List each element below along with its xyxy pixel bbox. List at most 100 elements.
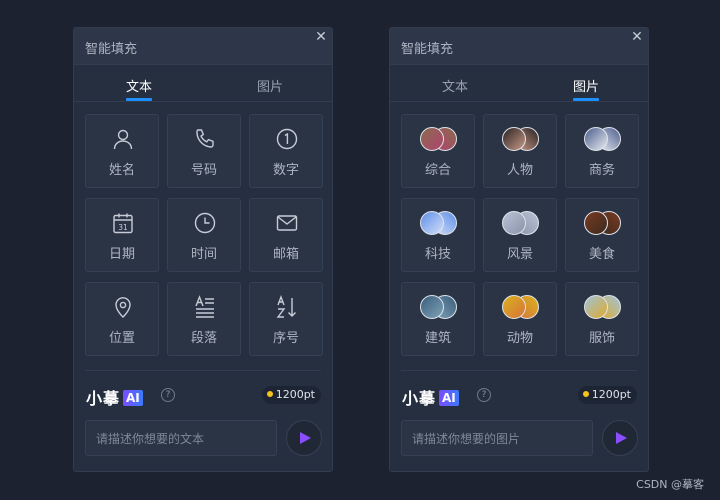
option-label: 号码: [190, 163, 217, 178]
tab-text[interactable]: 文本: [109, 76, 169, 101]
fill-option-phone[interactable]: 号码: [167, 114, 241, 188]
points-badge: 1200pt: [261, 386, 321, 404]
image-category-7[interactable]: 动物: [483, 282, 557, 356]
image-category-1[interactable]: 人物: [483, 114, 557, 188]
option-label: 数字: [272, 163, 299, 178]
option-label: 邮箱: [272, 247, 299, 262]
image-category-4[interactable]: 风景: [483, 198, 557, 272]
help-icon[interactable]: ?: [477, 388, 491, 402]
tab-text-label: 文本: [441, 80, 468, 95]
thumbnail-preview-icon: [584, 295, 622, 321]
panel-titlebar: 智能填充 ✕: [74, 28, 332, 65]
divider: [85, 370, 321, 371]
prompt-placeholder: 请描述你想要的文本: [96, 432, 205, 446]
points-badge: 1200pt: [577, 386, 637, 404]
points-value: 1200pt: [591, 388, 631, 401]
thumbnail-preview-icon: [502, 295, 540, 321]
thumbnail-image: [502, 127, 526, 151]
image-category-5[interactable]: 美食: [565, 198, 639, 272]
brand-name: 小摹: [402, 389, 437, 408]
paragraph-icon: [195, 295, 214, 318]
thumbnail-image: [420, 211, 444, 235]
close-icon[interactable]: ✕: [314, 29, 328, 45]
active-tab-indicator: [573, 98, 599, 101]
fill-option-date[interactable]: 31 日期: [85, 198, 159, 272]
brand-name: 小摹: [86, 389, 121, 408]
tab-bar: 文本 图片: [74, 65, 332, 102]
tab-bar: 文本 图片: [390, 65, 648, 102]
help-icon[interactable]: ?: [161, 388, 175, 402]
fill-option-time[interactable]: 时间: [167, 198, 241, 272]
panel-titlebar: 智能填充 ✕: [390, 28, 648, 65]
image-category-3[interactable]: 科技: [401, 198, 475, 272]
smart-fill-panel-image: 智能填充 ✕ 文本 图片 综合 人物 商务科技 风景 美食建筑 动物 服饰 小摹 AI ? 1…: [389, 27, 649, 472]
thumbnail-image: [502, 211, 526, 235]
smart-fill-panel-text: 智能填充 ✕ 文本 图片 姓名 号码 数字 31 日期 时间 邮箱 位置 段落 …: [73, 27, 333, 472]
prompt-placeholder: 请描述你想要的图片: [412, 432, 521, 446]
brand-logo: 小摹 AI: [86, 385, 143, 408]
thumbnail-image: [584, 211, 608, 235]
option-label: 综合: [424, 163, 451, 178]
tab-image-label: 图片: [256, 80, 283, 95]
fill-option-sequence[interactable]: 序号: [249, 282, 323, 356]
option-label: 科技: [424, 247, 451, 262]
fill-option-paragraph[interactable]: 段落: [167, 282, 241, 356]
tab-text[interactable]: 文本: [425, 76, 485, 95]
thumbnail-image: [420, 295, 444, 319]
thumbnail-image: [502, 295, 526, 319]
thumbnail-image: [584, 127, 608, 151]
calendar-icon: 31: [113, 213, 133, 234]
option-label: 序号: [272, 331, 299, 346]
option-label: 段落: [190, 331, 217, 346]
image-category-8[interactable]: 服饰: [565, 282, 639, 356]
brand-logo: 小摹 AI: [402, 385, 459, 408]
send-button[interactable]: [286, 420, 322, 456]
play-icon: [616, 432, 627, 444]
location-pin-icon: [115, 297, 131, 318]
option-label: 位置: [108, 331, 135, 346]
panel-title: 智能填充: [85, 42, 138, 57]
option-label: 服饰: [588, 331, 615, 346]
divider: [401, 370, 637, 371]
image-category-6[interactable]: 建筑: [401, 282, 475, 356]
fill-option-location[interactable]: 位置: [85, 282, 159, 356]
play-icon: [300, 432, 311, 444]
send-button[interactable]: [602, 420, 638, 456]
thumbnail-image: [584, 295, 608, 319]
svg-text:31: 31: [118, 223, 128, 232]
option-label: 美食: [588, 247, 615, 262]
tab-image[interactable]: 图片: [556, 76, 616, 101]
tab-image-label: 图片: [572, 80, 599, 95]
option-label: 姓名: [108, 163, 135, 178]
ai-badge: AI: [123, 390, 143, 406]
ai-badge: AI: [439, 390, 459, 406]
number-one-icon: [276, 128, 298, 150]
tab-image[interactable]: 图片: [240, 76, 300, 95]
option-label: 时间: [190, 247, 217, 262]
option-label: 动物: [506, 331, 533, 346]
coin-icon: [582, 391, 589, 397]
option-label: 商务: [588, 163, 615, 178]
points-value: 1200pt: [275, 388, 315, 401]
sort-az-icon: [276, 295, 296, 318]
phone-icon: [196, 129, 214, 148]
option-label: 建筑: [424, 331, 451, 346]
image-category-0[interactable]: 综合: [401, 114, 475, 188]
tab-text-label: 文本: [125, 80, 152, 95]
active-tab-indicator: [126, 98, 152, 101]
close-icon[interactable]: ✕: [630, 29, 644, 45]
fill-option-email[interactable]: 邮箱: [249, 198, 323, 272]
prompt-input[interactable]: 请描述你想要的图片: [401, 420, 593, 456]
thumbnail-preview-icon: [420, 127, 458, 153]
fill-option-name[interactable]: 姓名: [85, 114, 159, 188]
prompt-input[interactable]: 请描述你想要的文本: [85, 420, 277, 456]
thumbnail-preview-icon: [584, 127, 622, 153]
image-category-2[interactable]: 商务: [565, 114, 639, 188]
watermark: CSDN @摹客: [636, 478, 704, 491]
thumbnail-image: [420, 127, 444, 151]
mail-icon: [276, 215, 298, 231]
option-label: 风景: [506, 247, 533, 262]
fill-option-number[interactable]: 数字: [249, 114, 323, 188]
panel-title: 智能填充: [401, 42, 454, 57]
thumbnail-preview-icon: [502, 127, 540, 153]
